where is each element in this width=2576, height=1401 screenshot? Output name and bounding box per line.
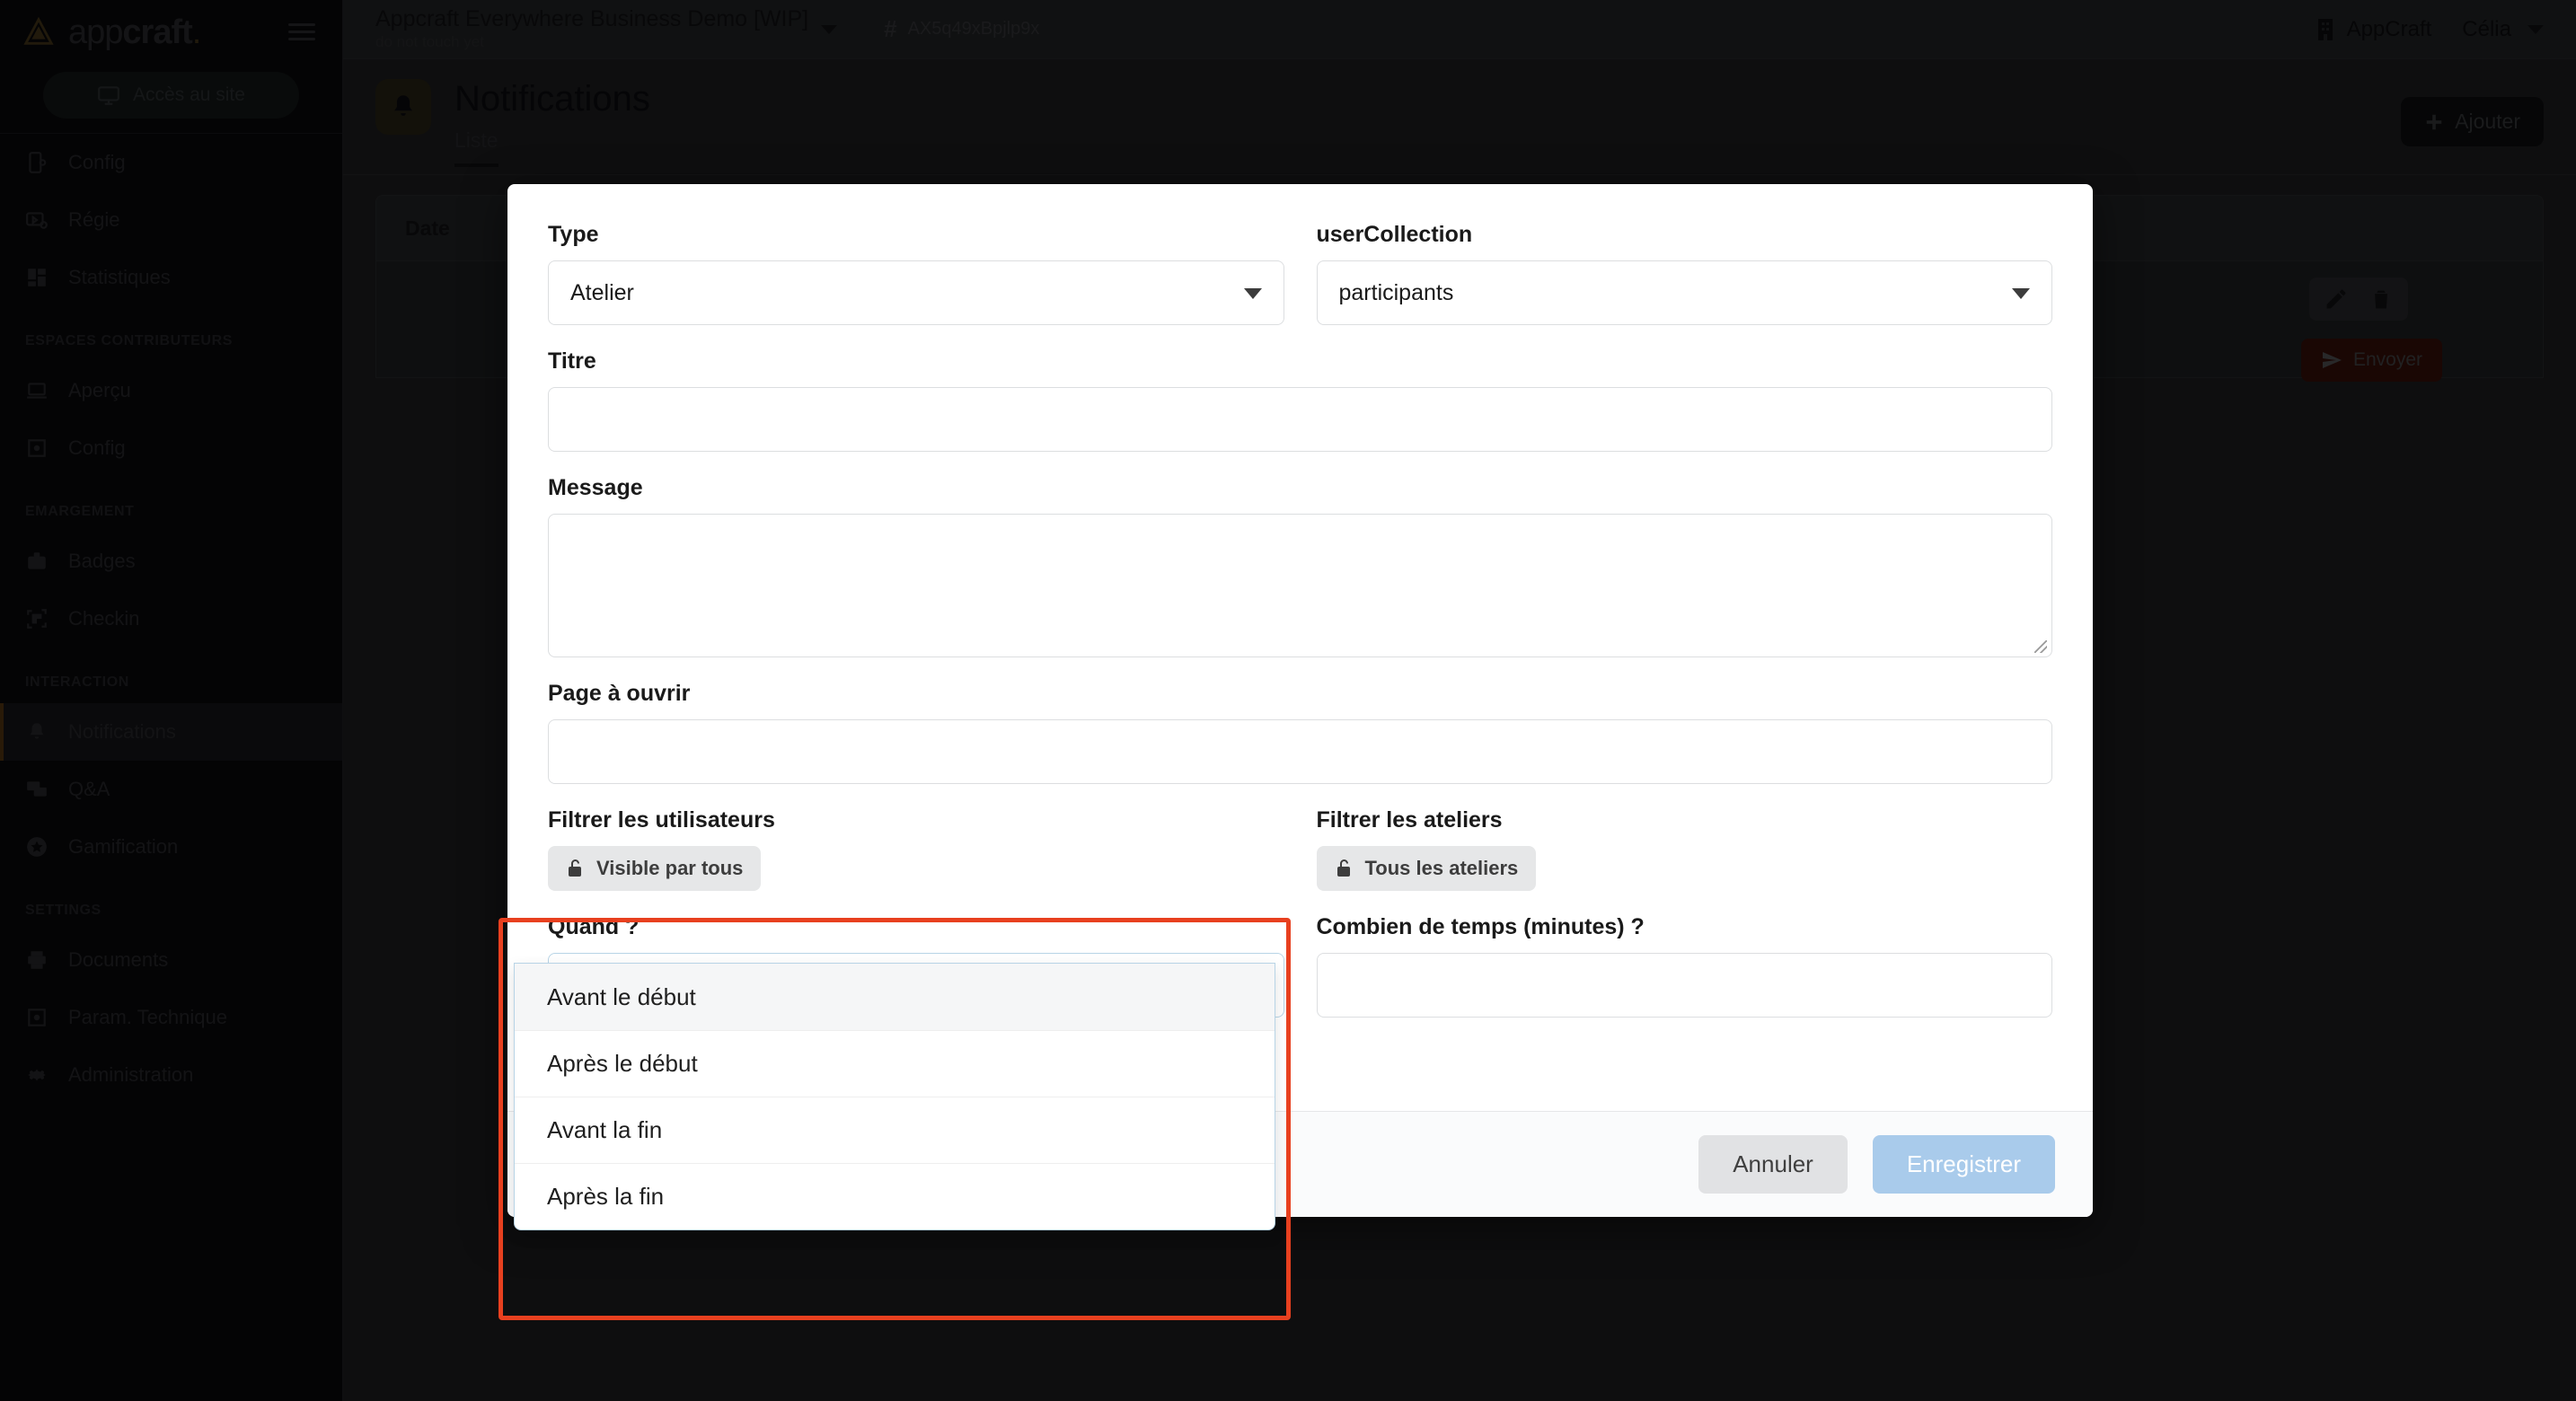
duration-input[interactable] <box>1317 953 2053 1018</box>
field-titre: Titre <box>548 348 2052 452</box>
page-input[interactable] <box>548 719 2052 784</box>
label-duration: Combien de temps (minutes) ? <box>1317 914 2053 940</box>
label-type: Type <box>548 222 1284 248</box>
type-select[interactable]: Atelier <box>548 260 1284 325</box>
label-when: Quand ? <box>548 914 1284 940</box>
unlock-icon <box>566 858 584 879</box>
field-page: Page à ouvrir <box>548 681 2052 784</box>
field-filter-workshops: Filtrer les ateliers Tous les ateliers <box>1317 807 2053 891</box>
usercollection-select-value: participants <box>1339 280 1454 306</box>
field-message: Message <box>548 475 2052 657</box>
label-titre: Titre <box>548 348 2052 374</box>
row-type-usercollection: Type Atelier userCollection participants <box>548 222 2052 348</box>
label-filter-workshops: Filtrer les ateliers <box>1317 807 2053 833</box>
save-button[interactable]: Enregistrer <box>1873 1135 2055 1194</box>
label-message: Message <box>548 475 2052 501</box>
titre-input[interactable] <box>548 387 2052 452</box>
when-dropdown-list: Avant le début Après le début Avant la f… <box>514 963 1275 1230</box>
filter-users-chip[interactable]: Visible par tous <box>548 846 761 891</box>
label-filter-users: Filtrer les utilisateurs <box>548 807 1284 833</box>
label-usercollection: userCollection <box>1317 222 2053 248</box>
filter-workshops-chip-label: Tous les ateliers <box>1365 857 1519 880</box>
when-option-0[interactable]: Avant le début <box>515 964 1275 1030</box>
when-dropdown-menu: Avant le début Après le début Avant la f… <box>514 963 1275 1230</box>
usercollection-select[interactable]: participants <box>1317 260 2053 325</box>
row-filters: Filtrer les utilisateurs Visible par tou… <box>548 807 2052 914</box>
field-filter-users: Filtrer les utilisateurs Visible par tou… <box>548 807 1284 891</box>
when-option-2[interactable]: Avant la fin <box>515 1097 1275 1163</box>
field-usercollection: userCollection participants <box>1317 222 2053 325</box>
type-select-value: Atelier <box>570 280 634 306</box>
app-root: appcraft. Accès au site Config Régie <box>0 0 2576 1401</box>
unlock-icon <box>1335 858 1353 879</box>
resize-handle-icon[interactable] <box>2034 640 2047 653</box>
filter-users-chip-label: Visible par tous <box>596 857 743 880</box>
dialog-body: Type Atelier userCollection participants… <box>507 184 2093 1041</box>
field-type: Type Atelier <box>548 222 1284 325</box>
filter-workshops-chip[interactable]: Tous les ateliers <box>1317 846 1537 891</box>
message-textarea[interactable] <box>548 514 2052 657</box>
cancel-button[interactable]: Annuler <box>1698 1135 1848 1194</box>
chevron-down-icon <box>2012 288 2030 299</box>
when-option-3[interactable]: Après la fin <box>515 1163 1275 1229</box>
label-page: Page à ouvrir <box>548 681 2052 707</box>
field-duration: Combien de temps (minutes) ? <box>1317 914 2053 1018</box>
chevron-down-icon <box>1244 288 1262 299</box>
when-option-1[interactable]: Après le début <box>515 1030 1275 1097</box>
